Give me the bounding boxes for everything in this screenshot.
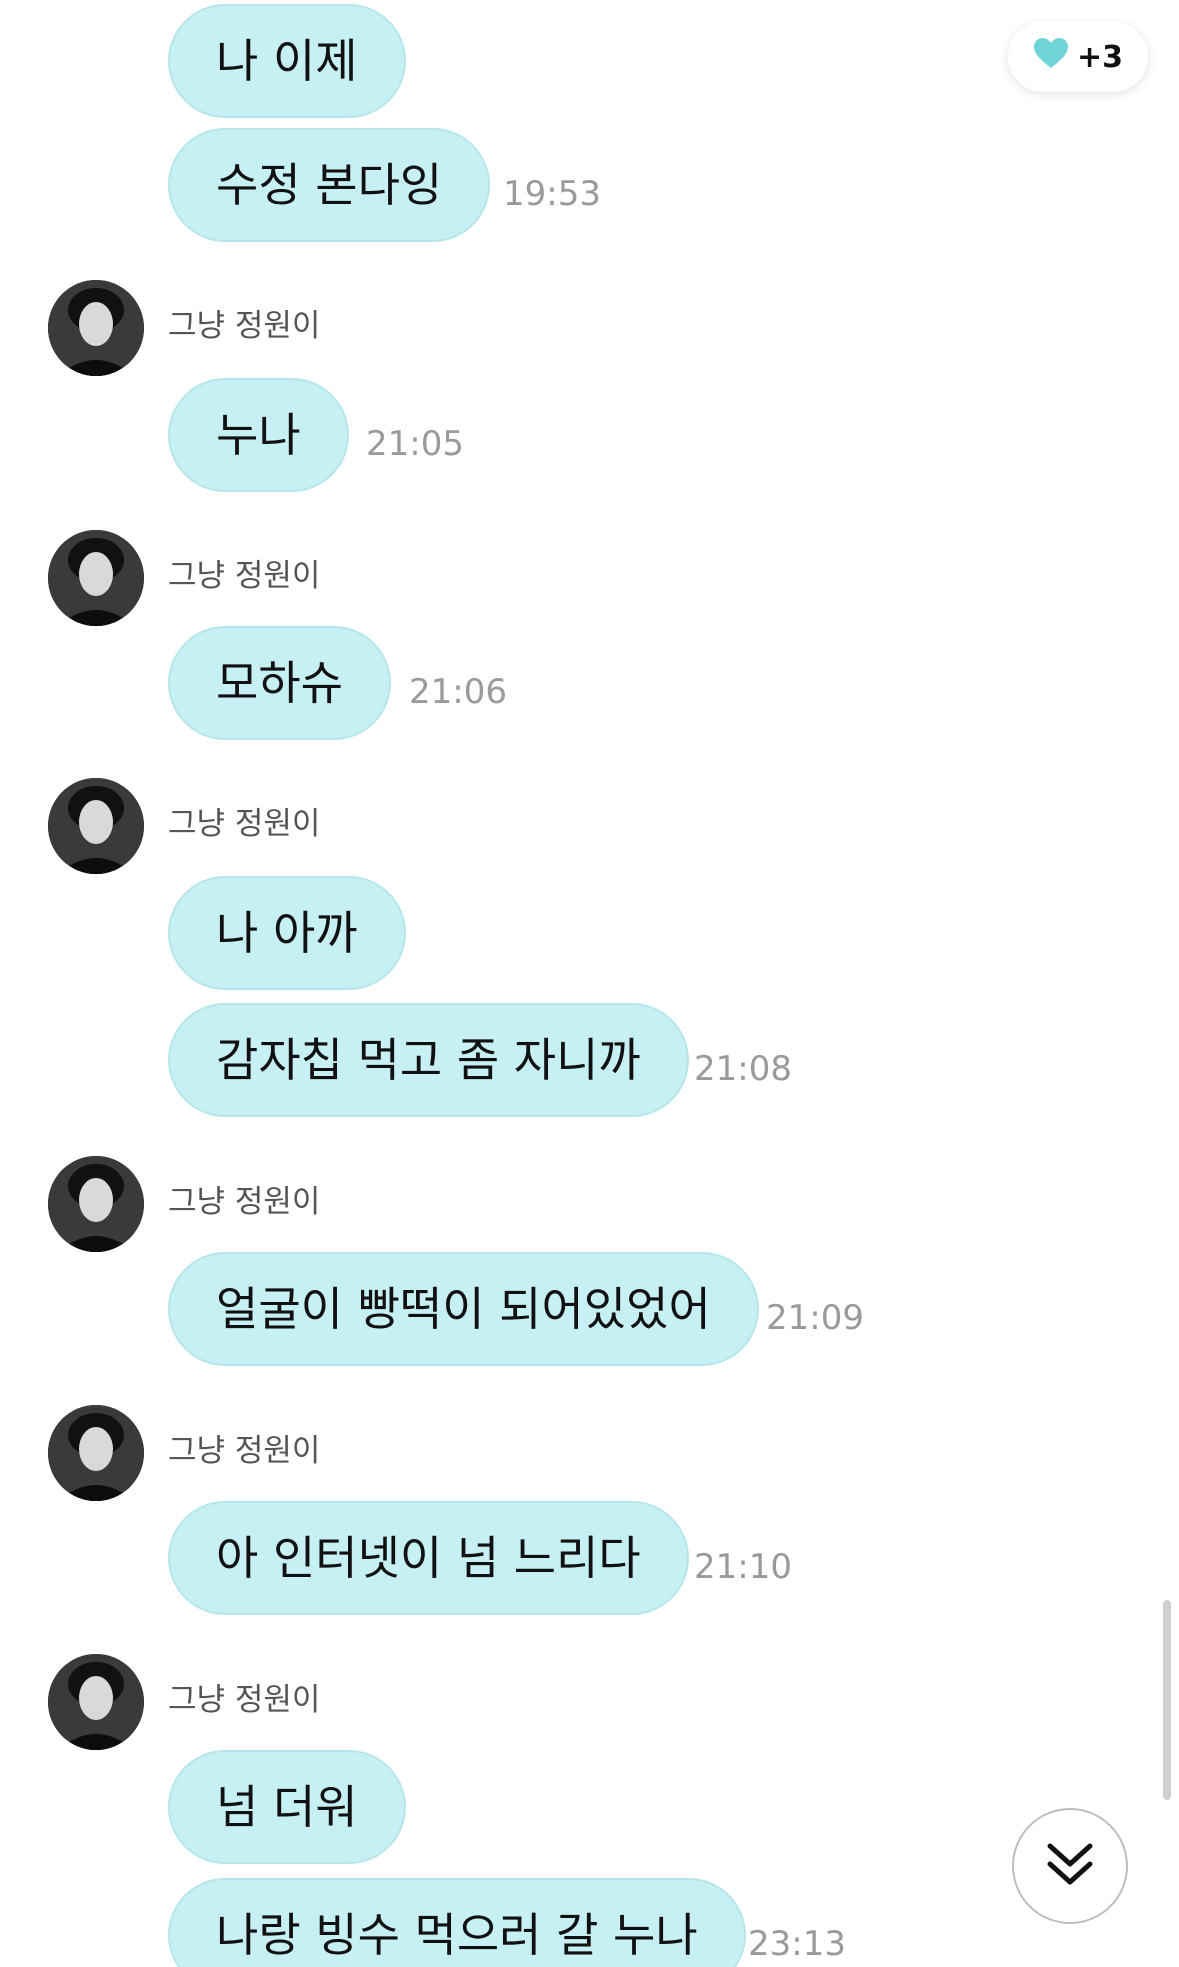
chat-screen[interactable]: +3 나 이제 수정 본다잉 19:53 그냥 정원이 누나 21:05 그냥 … [0,0,1179,1967]
message-text: 수정 본다잉 [216,158,443,212]
message-text: 넘 더워 [216,1780,358,1834]
sender-name: 그냥 정원이 [168,1682,321,1718]
message-time: 21:06 [409,672,507,712]
message-time: 21:05 [366,424,464,464]
message-text: 나 이제 [216,34,358,88]
message-time: 21:09 [766,1298,864,1338]
avatar[interactable] [48,1405,144,1501]
reaction-count: +3 [1076,39,1123,75]
message-text: 누나 [216,408,301,462]
message-bubble[interactable]: 나 이제 [168,4,406,118]
reaction-badge[interactable]: +3 [1008,22,1148,92]
message-time: 21:08 [694,1049,792,1089]
message-text: 얼굴이 빵떡이 되어있었어 [216,1282,711,1336]
double-chevron-down-icon [1044,1838,1096,1894]
message-time: 21:10 [694,1547,792,1587]
sender-name: 그냥 정원이 [168,806,321,842]
message-bubble[interactable]: 나 아까 [168,876,406,990]
message-bubble[interactable]: 누나 [168,378,349,492]
avatar[interactable] [48,1156,144,1252]
scrollbar[interactable] [1163,1600,1171,1800]
message-bubble[interactable]: 모하슈 [168,626,391,740]
message-bubble[interactable]: 나랑 빙수 먹으러 갈 누나 [168,1878,746,1967]
message-bubble[interactable]: 아 인터넷이 넘 느리다 [168,1501,689,1615]
sender-name: 그냥 정원이 [168,558,321,594]
avatar[interactable] [48,530,144,626]
sender-name: 그냥 정원이 [168,308,321,344]
sender-name: 그냥 정원이 [168,1184,321,1220]
message-text: 나 아까 [216,906,358,960]
message-text: 모하슈 [216,656,343,710]
message-time: 23:13 [748,1924,846,1964]
message-bubble[interactable]: 얼굴이 빵떡이 되어있었어 [168,1252,759,1366]
avatar[interactable] [48,1654,144,1750]
sender-name: 그냥 정원이 [168,1433,321,1469]
scroll-to-bottom-button[interactable] [1012,1808,1128,1924]
message-bubble[interactable]: 넘 더워 [168,1750,406,1864]
avatar[interactable] [48,280,144,376]
message-text: 나랑 빙수 먹으러 갈 누나 [216,1908,698,1962]
message-time: 19:53 [503,174,601,214]
message-bubble[interactable]: 감자칩 먹고 좀 자니까 [168,1003,689,1117]
avatar[interactable] [48,778,144,874]
message-text: 감자칩 먹고 좀 자니까 [216,1033,641,1087]
heart-icon [1033,37,1069,77]
message-bubble[interactable]: 수정 본다잉 [168,128,491,242]
message-text: 아 인터넷이 넘 느리다 [216,1531,641,1585]
